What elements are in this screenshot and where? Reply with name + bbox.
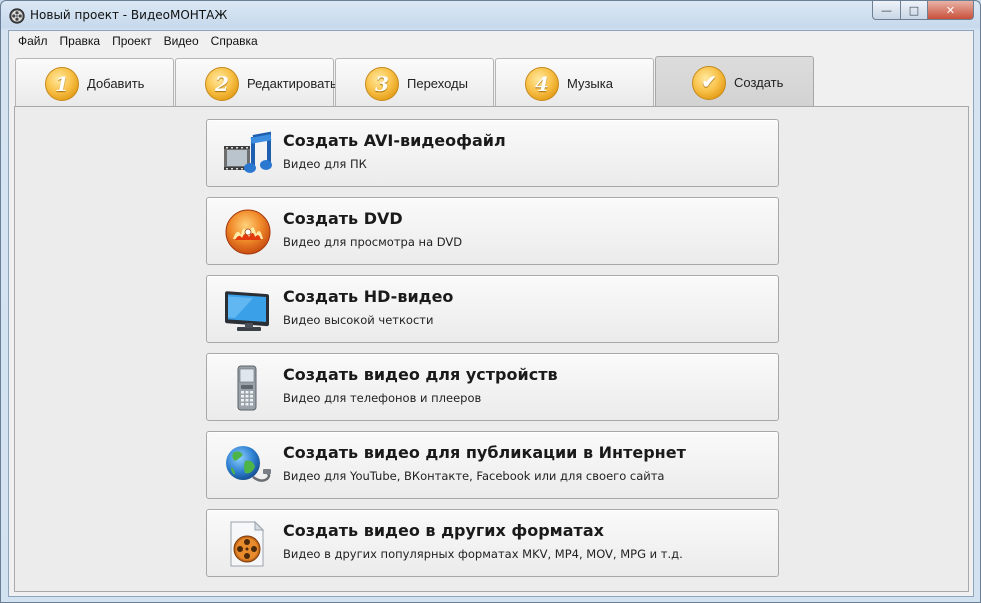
create-other-formats-button[interactable]: Создать видео в других форматах Видео в … bbox=[206, 509, 779, 577]
menu-project[interactable]: Проект bbox=[106, 31, 158, 52]
monitor-icon bbox=[225, 291, 269, 331]
create-device-video-button[interactable]: Создать видео для устройств Видео для те… bbox=[206, 353, 779, 421]
create-hd-button[interactable]: Создать HD-видео Видео высокой четкости bbox=[206, 275, 779, 343]
tab-label: Редактировать bbox=[247, 76, 337, 91]
option-subtitle: Видео в других популярных форматах MKV, … bbox=[283, 547, 683, 561]
create-internet-video-button[interactable]: Создать видео для публикации в Интернет … bbox=[206, 431, 779, 499]
option-title: Создать видео в других форматах bbox=[283, 521, 604, 540]
tab-music[interactable]: 4 Музыка bbox=[495, 58, 654, 108]
tab-label: Создать bbox=[734, 75, 784, 90]
option-subtitle: Видео для просмотра на DVD bbox=[283, 235, 463, 249]
minimize-button[interactable]: — bbox=[872, 1, 900, 20]
step-4-badge-icon: 4 bbox=[525, 66, 559, 101]
maximize-button[interactable]: □ bbox=[900, 1, 927, 20]
tab-label: Музыка bbox=[567, 76, 613, 91]
step-2-badge-icon: 2 bbox=[205, 66, 239, 101]
window-controls: — □ ✕ bbox=[872, 1, 974, 20]
option-title: Создать видео для устройств bbox=[283, 365, 558, 384]
option-subtitle: Видео для телефонов и плееров bbox=[283, 391, 482, 405]
film-reel-app-icon bbox=[9, 8, 25, 24]
option-title: Создать HD-видео bbox=[283, 287, 454, 306]
close-icon: ✕ bbox=[945, 3, 956, 17]
create-options-panel: Создать AVI-видеофайл Видео для ПК Созда… bbox=[14, 106, 969, 592]
mobile-phone-icon bbox=[237, 365, 257, 411]
option-subtitle: Видео высокой четкости bbox=[283, 313, 434, 327]
minimize-icon: — bbox=[881, 3, 892, 17]
step-3-badge-icon: 3 bbox=[365, 66, 399, 101]
title-bar[interactable]: Новый проект - ВидеоМОНТАЖ — □ ✕ bbox=[1, 1, 980, 30]
film-music-icon bbox=[224, 131, 272, 173]
menu-video[interactable]: Видео bbox=[158, 31, 205, 52]
option-title: Создать DVD bbox=[283, 209, 403, 228]
globe-network-icon bbox=[226, 446, 271, 482]
dvd-disc-icon bbox=[225, 209, 271, 255]
menu-bar: Файл Правка Проект Видео Справка bbox=[9, 31, 973, 52]
menu-file[interactable]: Файл bbox=[12, 31, 54, 52]
maximize-icon: □ bbox=[908, 3, 920, 17]
close-button[interactable]: ✕ bbox=[927, 1, 974, 20]
option-title: Создать видео для публикации в Интернет bbox=[283, 443, 686, 462]
tab-edit[interactable]: 2 Редактировать bbox=[175, 58, 337, 108]
checkmark-badge-icon: ✔ bbox=[692, 65, 726, 100]
create-avi-button[interactable]: Создать AVI-видеофайл Видео для ПК bbox=[206, 119, 779, 187]
step-tabs: 1 Добавить 2 Редактировать 3 Переходы 4 … bbox=[15, 56, 814, 108]
create-dvd-button[interactable]: Создать DVD Видео для просмотра на DVD bbox=[206, 197, 779, 265]
menu-help[interactable]: Справка bbox=[205, 31, 264, 52]
client-area: Файл Правка Проект Видео Справка 1 Добав… bbox=[8, 30, 974, 597]
step-1-badge-icon: 1 bbox=[45, 66, 79, 101]
window-title: Новый проект - ВидеоМОНТАЖ bbox=[30, 8, 228, 22]
tab-label: Добавить bbox=[87, 76, 145, 91]
film-reel-file-icon bbox=[230, 521, 265, 567]
tab-transitions[interactable]: 3 Переходы bbox=[335, 58, 494, 108]
option-title: Создать AVI-видеофайл bbox=[283, 131, 506, 150]
app-window: Новый проект - ВидеоМОНТАЖ — □ ✕ Файл Пр… bbox=[0, 0, 981, 603]
option-subtitle: Видео для ПК bbox=[283, 157, 367, 171]
option-subtitle: Видео для YouTube, ВКонтакте, Facebook и… bbox=[283, 469, 665, 483]
tab-label: Переходы bbox=[407, 76, 468, 91]
menu-edit[interactable]: Правка bbox=[54, 31, 107, 52]
tab-add[interactable]: 1 Добавить bbox=[15, 58, 174, 108]
tab-create[interactable]: ✔ Создать bbox=[655, 56, 814, 108]
